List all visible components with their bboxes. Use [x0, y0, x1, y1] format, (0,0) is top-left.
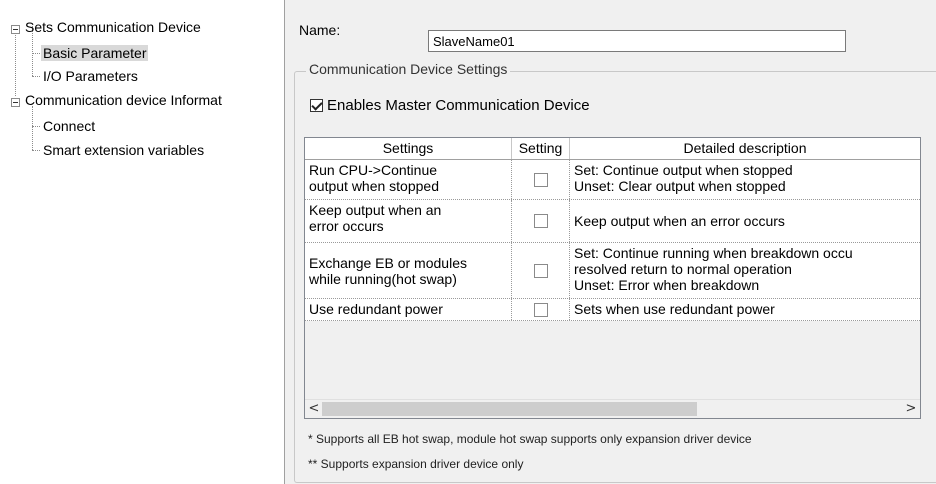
cell-line: Sets when use redundant power [574, 301, 775, 317]
cell-line: Unset: Clear output when stopped [574, 178, 786, 194]
group-legend: Communication Device Settings [306, 61, 511, 77]
tree-connector [32, 150, 40, 151]
setting-cell [512, 299, 570, 320]
cell-line: Keep output when an error occurs [574, 213, 785, 229]
enable-master-checkbox[interactable] [310, 99, 323, 112]
tree-item-label: Communication device Informat [25, 92, 222, 108]
collapse-icon[interactable] [11, 98, 20, 107]
description-cell: Set: Continue running when breakdown occ… [570, 243, 920, 298]
cell-line: Run CPU->Continue [309, 162, 438, 178]
cell-line: Exchange EB or modules [309, 254, 467, 271]
row-checkbox[interactable] [533, 172, 548, 187]
tree-connector [32, 106, 33, 150]
tree-item-io-parameters[interactable]: I/O Parameters [43, 67, 138, 85]
column-header-settings[interactable]: Settings [305, 138, 512, 159]
scrollbar-thumb[interactable] [322, 402, 697, 416]
table-row: Exchange EB or modules while running(hot… [305, 243, 920, 299]
description-cell: Sets when use redundant power [570, 299, 920, 320]
column-header-setting[interactable]: Setting [512, 138, 570, 159]
setting-cell [512, 243, 570, 298]
cell-line: output when stopped [309, 178, 439, 194]
setting-name-cell: Use redundant power [305, 299, 512, 320]
cell-line: while running(hot swap) [309, 270, 457, 287]
scroll-right-icon[interactable]: > [902, 400, 920, 418]
footnote: ** Supports expansion driver device only [308, 457, 524, 471]
setting-name-cell: Run CPU->Continue output when stopped [305, 160, 512, 199]
cell-line: error occurs [309, 218, 384, 234]
horizontal-scrollbar[interactable]: < > [305, 399, 920, 418]
setting-name-cell: Keep output when an error occurs [305, 200, 512, 242]
cell-line: Set: Continue running when breakdown occ… [574, 245, 853, 261]
table-row: Run CPU->Continue output when stopped Se… [305, 160, 920, 200]
cell-line: Unset: Error when breakdown [574, 277, 760, 293]
setting-cell [512, 200, 570, 242]
tree-item-connect[interactable]: Connect [43, 117, 95, 135]
table-row: Use redundant power Sets when use redund… [305, 299, 920, 321]
cell-line: resolved return to normal operation [574, 261, 792, 277]
name-input[interactable] [428, 30, 846, 52]
row-checkbox[interactable] [533, 302, 548, 317]
tree-connector [32, 76, 40, 77]
settings-table: Settings Setting Detailed description Ru… [304, 137, 921, 419]
enable-master-label: Enables Master Communication Device [327, 97, 590, 114]
row-checkbox[interactable] [533, 263, 548, 278]
enable-master-row[interactable]: Enables Master Communication Device [310, 97, 590, 114]
footnote: * Supports all EB hot swap, module hot s… [308, 432, 752, 446]
setting-cell [512, 160, 570, 199]
tree-connector [32, 126, 40, 127]
setting-name-cell: Exchange EB or modules while running(hot… [305, 243, 512, 298]
tree-item-smart-extension-variables[interactable]: Smart extension variables [43, 141, 204, 159]
tree-connector [15, 30, 16, 96]
description-cell: Set: Continue output when stopped Unset:… [570, 160, 920, 199]
column-header-detailed-description[interactable]: Detailed description [570, 138, 920, 159]
table-header: Settings Setting Detailed description [305, 138, 920, 160]
tree-item-basic-parameter[interactable]: Basic Parameter [41, 44, 149, 62]
name-label: Name: [299, 22, 341, 38]
tree-item-label: Basic Parameter [41, 45, 149, 61]
description-cell: Keep output when an error occurs [570, 200, 920, 242]
cell-line: Set: Continue output when stopped [574, 162, 793, 178]
tree-item-communication-device-information[interactable]: Communication device Informat [25, 91, 222, 109]
tree-item-label: Smart extension variables [43, 142, 205, 158]
tree-item-label: Connect [43, 118, 96, 134]
tree-item-label: Sets Communication Device [25, 19, 201, 35]
row-checkbox[interactable] [533, 214, 548, 228]
collapse-icon[interactable] [11, 25, 20, 34]
table-row: Keep output when an error occurs Keep ou… [305, 200, 920, 243]
tree-item-sets-communication-device[interactable]: Sets Communication Device [25, 18, 201, 36]
tree-item-label: I/O Parameters [43, 68, 138, 84]
scroll-left-icon[interactable]: < [305, 400, 323, 418]
tree-connector [32, 53, 40, 54]
settings-panel: Name: Communication Device Settings Enab… [285, 0, 936, 484]
cell-line: Keep output when an [309, 202, 442, 218]
cell-line: Use redundant power [309, 301, 443, 317]
tree-panel: Sets Communication Device Basic Paramete… [8, 0, 285, 484]
